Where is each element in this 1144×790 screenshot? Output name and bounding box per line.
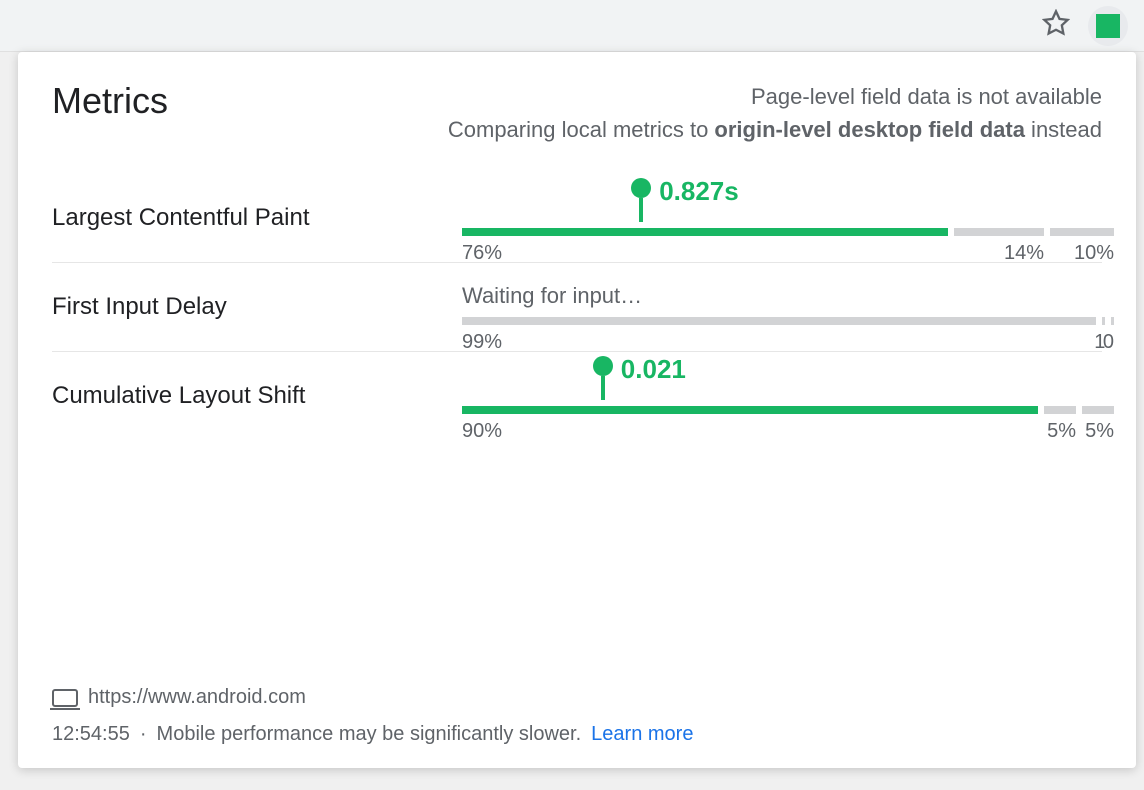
distribution-segment: 0: [1111, 317, 1114, 325]
subtitle-line-1: Page-level field data is not available: [448, 80, 1102, 113]
subtitle-bold: origin-level desktop field data: [714, 117, 1025, 142]
extension-badge[interactable]: [1088, 6, 1128, 46]
distribution-segment: 99%: [462, 317, 1096, 325]
segment-label: 14%: [1004, 242, 1044, 265]
footer-note: Mobile performance may be significantly …: [157, 723, 582, 746]
metric-distribution: Waiting for input…99%10: [462, 289, 1102, 325]
distribution-segment: 90%: [462, 406, 1038, 414]
desktop-icon: [52, 689, 78, 707]
metric-name: Cumulative Layout Shift: [52, 382, 432, 410]
distribution-segment: 76%: [462, 228, 948, 236]
distribution-segment: 1: [1102, 317, 1106, 325]
learn-more-link[interactable]: Learn more: [591, 723, 693, 746]
metric-distribution: 90%5%5%0.021: [462, 378, 1102, 414]
marker-dot-icon: [593, 356, 613, 376]
footer-url-line: https://www.android.com: [52, 686, 1102, 709]
distribution-segment: 5%: [1044, 406, 1076, 414]
browser-toolbar: [0, 0, 1144, 52]
segment-label: 0: [1103, 331, 1114, 354]
segment-label: 90%: [462, 420, 502, 443]
metric-row: Largest Contentful Paint76%14%10%0.827s: [52, 200, 1102, 262]
distribution-segment: 10%: [1050, 228, 1114, 236]
segment-label: 99%: [462, 331, 502, 354]
web-vitals-extension-icon: [1096, 14, 1120, 38]
metric-name: First Input Delay: [52, 293, 432, 321]
footer-separator: ·: [140, 723, 147, 746]
segment-label: 5%: [1085, 420, 1114, 443]
segment-label: 76%: [462, 242, 502, 265]
metric-distribution: 76%14%10%0.827s: [462, 200, 1102, 236]
metric-name: Largest Contentful Paint: [52, 204, 432, 232]
subtitle-post: instead: [1025, 117, 1102, 142]
local-value-marker: 0.021: [593, 356, 613, 400]
marker-dot-icon: [631, 178, 651, 198]
segment-label: 10%: [1074, 242, 1114, 265]
panel-subtitle: Page-level field data is not available C…: [448, 80, 1102, 146]
distribution-bar: 99%10: [462, 313, 1102, 325]
subtitle-line-2: Comparing local metrics to origin-level …: [448, 113, 1102, 146]
local-value-marker: 0.827s: [631, 178, 651, 222]
subtitle-pre: Comparing local metrics to: [448, 117, 715, 142]
distribution-bar: 76%14%10%: [462, 224, 1102, 236]
footer-note-line: 12:54:55 · Mobile performance may be sig…: [52, 723, 1102, 746]
distribution-segment: 14%: [954, 228, 1044, 236]
bookmark-star-icon[interactable]: [1042, 9, 1070, 42]
popup-footer: https://www.android.com 12:54:55 · Mobil…: [52, 672, 1102, 746]
distribution-segment: 5%: [1082, 406, 1114, 414]
waiting-text: Waiting for input…: [462, 283, 642, 309]
distribution-bar: 90%5%5%: [462, 402, 1102, 414]
local-value: 0.021: [621, 354, 686, 385]
background-letter: t: [0, 400, 19, 503]
marker-stem: [639, 198, 643, 222]
footer-timestamp: 12:54:55: [52, 723, 130, 746]
segment-label: 5%: [1047, 420, 1076, 443]
metric-row: Cumulative Layout Shift 90% 5% 5% 0.021: [52, 351, 1102, 440]
web-vitals-popup: Metrics Page-level field data is not ava…: [18, 52, 1136, 768]
panel-title: Metrics: [52, 80, 168, 122]
metric-row: First Input DelayWaiting for input…99%10: [52, 262, 1102, 351]
local-value: 0.827s: [659, 176, 739, 207]
footer-url: https://www.android.com: [88, 686, 306, 709]
marker-stem: [601, 376, 605, 400]
